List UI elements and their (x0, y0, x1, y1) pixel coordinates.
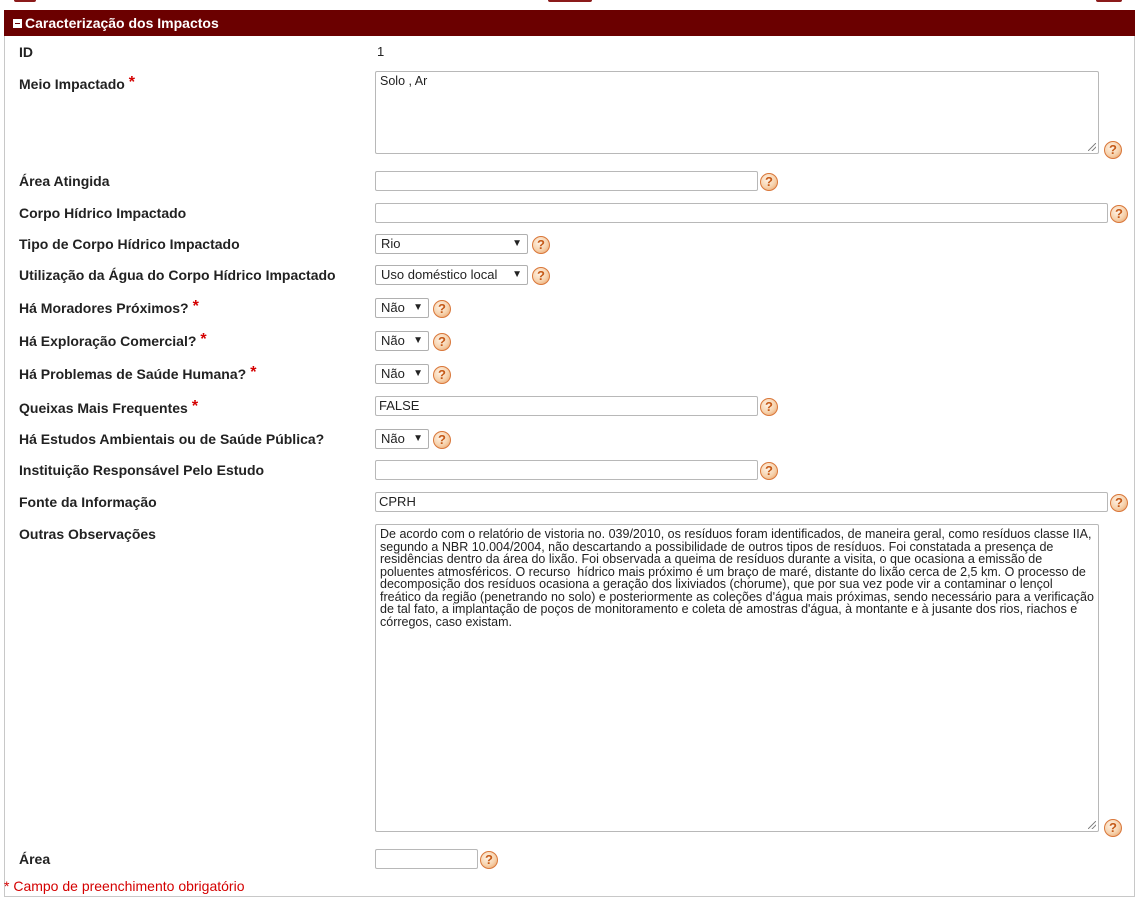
instituicao-input[interactable] (375, 460, 758, 480)
required-marker: * (191, 398, 199, 415)
exploracao-comercial-select[interactable]: Não ▼ (375, 331, 429, 351)
resize-grip-icon[interactable] (1088, 821, 1096, 829)
question-circle-icon[interactable]: ? (1104, 819, 1122, 837)
observacoes-textarea[interactable]: De acordo com o relatório de vistoria no… (375, 524, 1099, 832)
utilizacao-agua-select[interactable]: Uso doméstico local ▼ (375, 265, 528, 285)
question-circle-icon[interactable]: ? (760, 398, 778, 416)
question-circle-icon[interactable]: ? (433, 333, 451, 351)
id-label: ID (19, 44, 33, 60)
selected-value: Não (381, 300, 405, 315)
instituicao-label: Instituição Responsável Pelo Estudo (19, 462, 265, 478)
required-marker: * (128, 74, 136, 91)
question-circle-icon[interactable]: ? (760, 462, 778, 480)
panel-header[interactable]: Caracterização dos Impactos (4, 10, 1135, 36)
problemas-saude-label: Há Problemas de Saúde Humana? * (19, 364, 257, 383)
top-strip (0, 0, 1140, 10)
required-marker: * (200, 331, 207, 348)
selected-value: Não (381, 366, 405, 381)
selected-value: Rio (381, 236, 401, 251)
chevron-down-icon: ▼ (413, 335, 423, 346)
chevron-down-icon: ▼ (512, 238, 522, 249)
fonte-input[interactable]: CPRH (375, 492, 1108, 512)
selected-value: Não (381, 431, 405, 446)
problemas-saude-select[interactable]: Não ▼ (375, 364, 429, 384)
estudos-select[interactable]: Não ▼ (375, 429, 429, 449)
question-circle-icon[interactable]: ? (1104, 141, 1122, 159)
minus-square-icon[interactable] (13, 18, 22, 28)
area-atingida-label: Área Atingida (19, 173, 110, 189)
question-circle-icon[interactable]: ? (480, 851, 498, 869)
meio-impactado-label: Meio Impactado * (19, 74, 136, 93)
area-label: Área (19, 851, 51, 867)
chevron-down-icon: ▼ (413, 368, 423, 379)
moradores-proximos-label: Há Moradores Próximos? * (19, 298, 199, 317)
exploracao-comercial-label: Há Exploração Comercial? * (19, 331, 207, 350)
area-atingida-input[interactable] (375, 171, 758, 191)
meio-impactado-textarea[interactable]: Solo , Ar (375, 71, 1099, 154)
required-marker: * (192, 298, 199, 315)
question-circle-icon[interactable]: ? (433, 366, 451, 384)
area-input[interactable] (375, 849, 478, 869)
panel-title: Caracterização dos Impactos (25, 15, 219, 31)
estudos-label: Há Estudos Ambientais ou de Saúde Públic… (19, 431, 325, 447)
utilizacao-agua-label: Utilização da Água do Corpo Hídrico Impa… (19, 267, 336, 283)
corpo-hidrico-input[interactable] (375, 203, 1108, 223)
top-tab-fragment (1096, 0, 1122, 2)
impacts-panel: Caracterização dos Impactos ID 1 Meio Im… (4, 10, 1135, 897)
queixas-input[interactable]: FALSE (375, 396, 758, 416)
moradores-proximos-select[interactable]: Não ▼ (375, 298, 429, 318)
question-circle-icon[interactable]: ? (760, 173, 778, 191)
tipo-corpo-hidrico-label: Tipo de Corpo Hídrico Impactado (19, 236, 240, 252)
question-circle-icon[interactable]: ? (433, 431, 451, 449)
chevron-down-icon: ▼ (413, 433, 423, 444)
selected-value: Não (381, 333, 405, 348)
chevron-down-icon: ▼ (413, 302, 423, 313)
top-tab-fragment (14, 0, 36, 2)
question-circle-icon[interactable]: ? (532, 236, 550, 254)
resize-grip-icon[interactable] (1088, 143, 1096, 151)
chevron-down-icon: ▼ (512, 269, 522, 280)
id-value: 1 (377, 44, 385, 59)
top-tab-fragment (548, 0, 592, 2)
observacoes-label: Outras Observações (19, 526, 156, 542)
tipo-corpo-hidrico-select[interactable]: Rio ▼ (375, 234, 528, 254)
corpo-hidrico-label: Corpo Hídrico Impactado (19, 205, 187, 221)
question-circle-icon[interactable]: ? (1110, 205, 1128, 223)
selected-value: Uso doméstico local (381, 267, 498, 282)
queixas-label: Queixas Mais Frequentes * (19, 398, 199, 417)
fonte-label: Fonte da Informação (19, 494, 157, 510)
question-circle-icon[interactable]: ? (532, 267, 550, 285)
required-footnote: * Campo de preenchimento obrigatório (4, 878, 245, 894)
question-circle-icon[interactable]: ? (433, 300, 451, 318)
question-circle-icon[interactable]: ? (1110, 494, 1128, 512)
required-marker: * (250, 364, 257, 381)
